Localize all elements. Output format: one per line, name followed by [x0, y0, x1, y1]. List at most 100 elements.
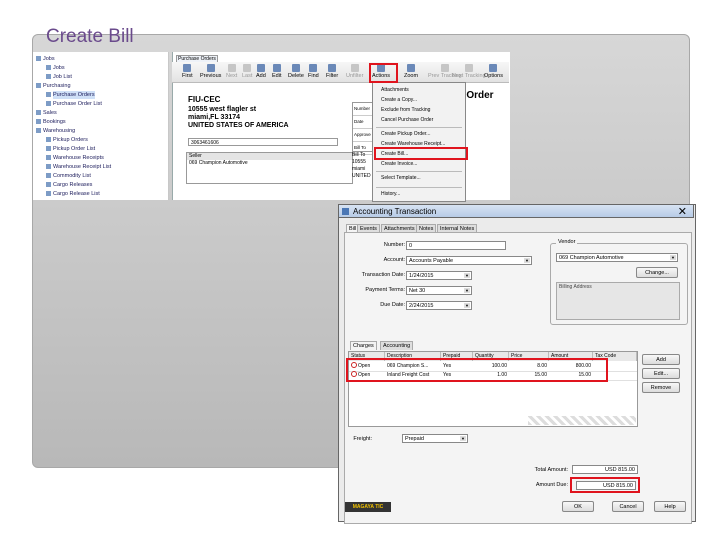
- due-date-input[interactable]: 2/24/2015 ▼: [406, 301, 472, 310]
- menu-item-exclude-from-tracking[interactable]: Exclude from Tracking: [381, 107, 430, 113]
- tree-item[interactable]: Pickup Order List: [46, 145, 95, 153]
- create-bill-highlight: [374, 147, 468, 160]
- freight-value: Prepaid: [405, 436, 424, 442]
- bill-to-line: Bill To: [352, 152, 366, 158]
- charges-rows-highlight: [346, 358, 608, 382]
- tree-item[interactable]: Sales: [36, 109, 57, 117]
- folder-icon: [36, 56, 41, 61]
- subtab-charges[interactable]: Charges: [350, 341, 377, 350]
- menu-item-create-pickup-order[interactable]: Create Pickup Order...: [381, 131, 430, 137]
- magaya-logo: MAGAYA TIC: [345, 502, 391, 512]
- due-date-value: 2/24/2015: [409, 303, 434, 309]
- po-side-labels: Number Date Approve Bill To: [352, 102, 374, 155]
- toolbar-icon: [489, 64, 498, 72]
- menu-item-create-a-copy[interactable]: Create a Copy...: [381, 97, 417, 103]
- tree-item[interactable]: Cargo Releases: [46, 181, 92, 189]
- ok-button[interactable]: OK: [562, 501, 594, 512]
- toolbar-button-add[interactable]: Add: [256, 64, 266, 79]
- toolbar-icon: [350, 64, 359, 72]
- bill-to-line: miami: [352, 166, 366, 172]
- tree-item[interactable]: Bookings: [36, 118, 66, 126]
- tree-item[interactable]: Job List: [46, 73, 72, 81]
- toolbar-button-label: Edit: [272, 73, 282, 79]
- toolbar-button-unfilter[interactable]: Unfilter: [346, 64, 363, 79]
- chevron-down-icon: ▼: [670, 255, 676, 260]
- toolbar-button-label: Next: [226, 73, 238, 79]
- grid-hatch-area: [528, 416, 636, 425]
- menu-item-history[interactable]: History...: [381, 191, 400, 197]
- tree-item-label: Warehouse Receipts: [53, 155, 104, 161]
- tree-item[interactable]: Commodity List: [46, 172, 91, 180]
- tree-item[interactable]: Jobs: [46, 64, 65, 72]
- tree-item[interactable]: Pickup Orders: [46, 136, 88, 144]
- total-amount-label: Total Amount:: [534, 467, 568, 473]
- toolbar-button-edit[interactable]: Edit: [272, 64, 281, 79]
- menu-item-cancel-purchase-order[interactable]: Cancel Purchase Order: [381, 117, 433, 123]
- chevron-down-icon: ▼: [460, 436, 466, 441]
- menu-separator: [376, 127, 462, 128]
- po-side-label: Number: [353, 103, 373, 116]
- toolbar-button-options[interactable]: Options: [484, 64, 503, 79]
- tree-item[interactable]: Purchase Order List: [46, 100, 102, 108]
- menu-item-select-template[interactable]: Select Template...: [381, 175, 421, 181]
- tree-item-label: Jobs: [53, 65, 65, 71]
- tree-item-label: Job List: [53, 74, 72, 80]
- number-input[interactable]: 0: [406, 241, 506, 250]
- toolbar-icon: [407, 64, 416, 72]
- item-icon: [46, 191, 51, 196]
- total-amount-field: USD 815.00: [572, 465, 638, 474]
- tree-item[interactable]: Purchasing: [36, 82, 71, 90]
- menu-separator: [376, 187, 462, 188]
- payment-terms-select[interactable]: Net 30 ▼: [406, 286, 472, 295]
- toolbar-button-next[interactable]: Next: [226, 64, 237, 79]
- tree-item[interactable]: Warehousing: [36, 127, 75, 135]
- toolbar-button-label: Filter: [326, 73, 339, 79]
- tree-item[interactable]: Jobs: [36, 55, 55, 63]
- toolbar-button-filter[interactable]: Filter: [326, 64, 338, 79]
- vendor-select[interactable]: 069 Champion Automotive ▼: [556, 253, 678, 262]
- item-icon: [46, 74, 51, 79]
- subtab-accounting[interactable]: Accounting: [380, 341, 414, 350]
- po-number-field[interactable]: 3063461606: [188, 138, 338, 146]
- tree-item[interactable]: Warehouse Receipt List: [46, 163, 111, 171]
- toolbar-button-delete[interactable]: Delete: [288, 64, 304, 79]
- edit-button[interactable]: Edit...: [642, 368, 680, 379]
- tree-item[interactable]: Purchase Orders: [46, 91, 95, 99]
- transaction-date-input[interactable]: 1/24/2015 ▼: [406, 271, 472, 280]
- tree-item[interactable]: Warehouse Receipts: [46, 154, 104, 162]
- toolbar-button-next-tracking[interactable]: Next Tracking: [452, 64, 486, 79]
- menu-item-attachments[interactable]: Attachments: [381, 87, 409, 93]
- chevron-down-icon: ▼: [464, 303, 470, 308]
- payment-terms-value: Net 30: [409, 288, 426, 294]
- po-toolbar: First Previous Next Last Add Edit Delete Find Fi…: [172, 62, 509, 83]
- freight-select[interactable]: Prepaid ▼: [402, 434, 468, 443]
- account-select[interactable]: Accounts Payable ▼: [406, 256, 532, 265]
- toolbar-button-find[interactable]: Find: [308, 64, 319, 79]
- seller-box: Seller 069 Champion Automotive: [186, 152, 353, 184]
- remove-button[interactable]: Remove: [642, 382, 680, 393]
- toolbar-button-first[interactable]: First: [182, 64, 193, 79]
- chevron-down-icon: ▼: [464, 288, 470, 293]
- address-line-3: UNITED STATES OF AMERICA: [188, 122, 289, 129]
- toolbar-button-zoom[interactable]: Zoom: [404, 64, 418, 79]
- dialog-title: Accounting Transaction: [353, 207, 437, 216]
- tree-item-label: Purchase Orders: [53, 91, 95, 99]
- menu-item-create-invoice[interactable]: Create Invoice...: [381, 161, 417, 167]
- dialog-title-bar: Accounting Transaction ✕: [338, 204, 694, 218]
- cancel-button[interactable]: Cancel: [612, 501, 644, 512]
- vendor-value: 069 Champion Automotive: [559, 255, 624, 261]
- add-button[interactable]: Add: [642, 354, 680, 365]
- change-button[interactable]: Change...: [636, 267, 678, 278]
- po-side-label: Date: [353, 116, 373, 129]
- number-label: Number:: [383, 242, 405, 248]
- toolbar-button-previous[interactable]: Previous: [200, 64, 221, 79]
- folder-icon: [36, 119, 41, 124]
- tree-item[interactable]: Cargo Release List: [46, 190, 100, 198]
- transaction-date-value: 1/24/2015: [409, 273, 434, 279]
- close-icon[interactable]: ✕: [678, 205, 687, 218]
- freight-label: Freight:: [353, 436, 372, 442]
- seller-label: Seller: [187, 153, 352, 160]
- help-button[interactable]: Help: [654, 501, 686, 512]
- folder-icon: [36, 83, 41, 88]
- toolbar-button-last[interactable]: Last: [242, 64, 252, 79]
